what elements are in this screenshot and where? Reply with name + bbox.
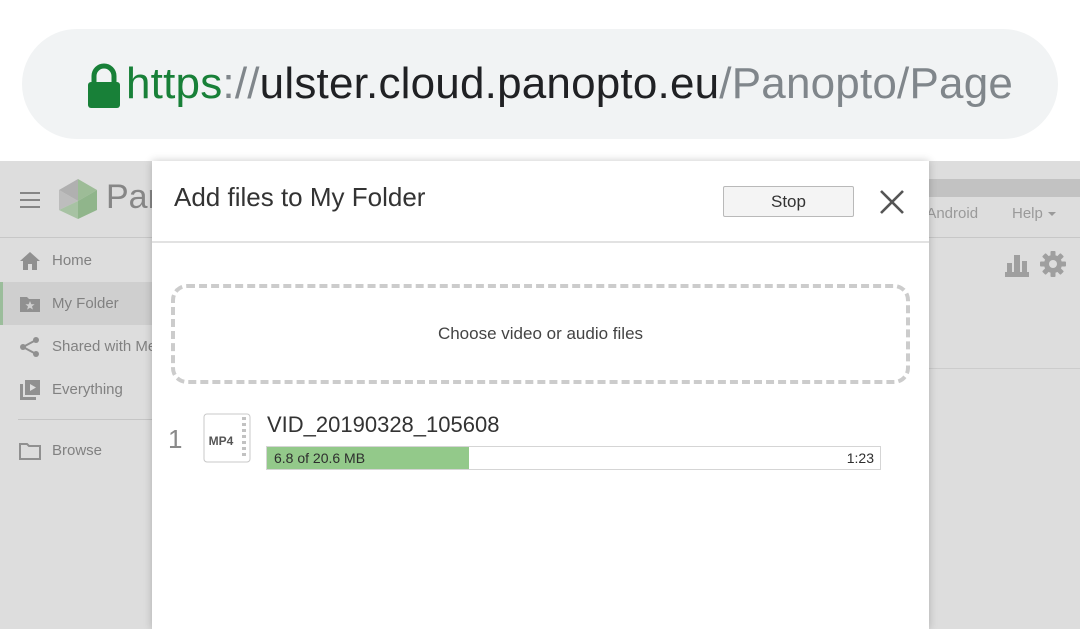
stop-button[interactable]: Stop <box>723 186 854 217</box>
url-text[interactable]: https://ulster.cloud.panopto.eu/Panopto/… <box>126 57 1013 111</box>
url-path: /Panopto/Page <box>719 59 1014 108</box>
sidebar-item-home[interactable]: Home <box>0 239 152 282</box>
file-index: 1 <box>168 424 183 454</box>
sidebar-item-label: Browse <box>52 442 103 459</box>
url-separator: :// <box>222 59 260 108</box>
folder-icon <box>19 443 41 460</box>
upload-progress-bar: 6.8 of 20.6 MB 1:23 <box>266 446 881 470</box>
help-menu[interactable]: Help <box>1012 205 1056 222</box>
sidebar-item-label: Everything <box>52 381 123 398</box>
sidebar-divider <box>18 419 152 420</box>
file-dropzone[interactable]: Choose video or audio files <box>171 284 910 384</box>
home-icon <box>20 252 40 270</box>
help-label: Help <box>1012 205 1043 222</box>
sidebar-item-browse[interactable]: Browse <box>0 429 152 472</box>
upload-dialog: Add files to My Folder Stop Choose video… <box>152 161 929 629</box>
sidebar-item-label: My Folder <box>52 295 119 312</box>
dropzone-label: Choose video or audio files <box>437 324 644 343</box>
sidebar-item-shared[interactable]: Shared with Me <box>0 325 156 368</box>
logo-wordmark: Par <box>106 178 159 216</box>
hamburger-menu-icon[interactable] <box>20 192 40 208</box>
panopto-logo-icon[interactable] <box>59 179 97 219</box>
header-progress-strip <box>918 179 1080 197</box>
share-icon <box>20 337 39 357</box>
mp4-file-icon: MP4 <box>203 413 251 463</box>
starred-folder-icon <box>20 297 40 312</box>
dialog-header: Add files to My Folder Stop <box>152 161 929 243</box>
file-type-badge: MP4 <box>209 434 234 448</box>
gear-icon[interactable] <box>1040 251 1066 277</box>
sidebar-item-label: Shared with Me <box>52 338 157 355</box>
sidebar-item-my-folder[interactable]: My Folder <box>0 282 152 325</box>
close-icon[interactable] <box>878 188 906 216</box>
time-remaining: 1:23 <box>846 450 874 466</box>
video-library-icon <box>20 380 40 400</box>
file-name: VID_20190328_105608 <box>267 412 500 437</box>
url-scheme: https <box>126 59 223 108</box>
sidebar-item-everything[interactable]: Everything <box>0 368 152 411</box>
url-host: ulster.cloud.panopto.eu <box>259 59 720 108</box>
sidebar: Home My Folder Shared with Me Everything… <box>0 239 156 629</box>
browser-toolbar: https://ulster.cloud.panopto.eu/Panopto/… <box>0 0 1080 161</box>
address-bar[interactable]: https://ulster.cloud.panopto.eu/Panopto/… <box>22 29 1058 139</box>
upload-list-item: 1 MP4 VID_20190328_105608 6.8 of 20.6 MB… <box>152 409 929 479</box>
lock-icon[interactable] <box>84 63 124 109</box>
upload-progress-text: 6.8 of 20.6 MB <box>274 450 366 466</box>
content-toolbar <box>929 239 1080 369</box>
dialog-title: Add files to My Folder <box>174 182 426 212</box>
chevron-down-icon <box>1047 212 1056 217</box>
stats-icon[interactable] <box>1005 253 1029 277</box>
sidebar-item-label: Home <box>52 252 93 269</box>
